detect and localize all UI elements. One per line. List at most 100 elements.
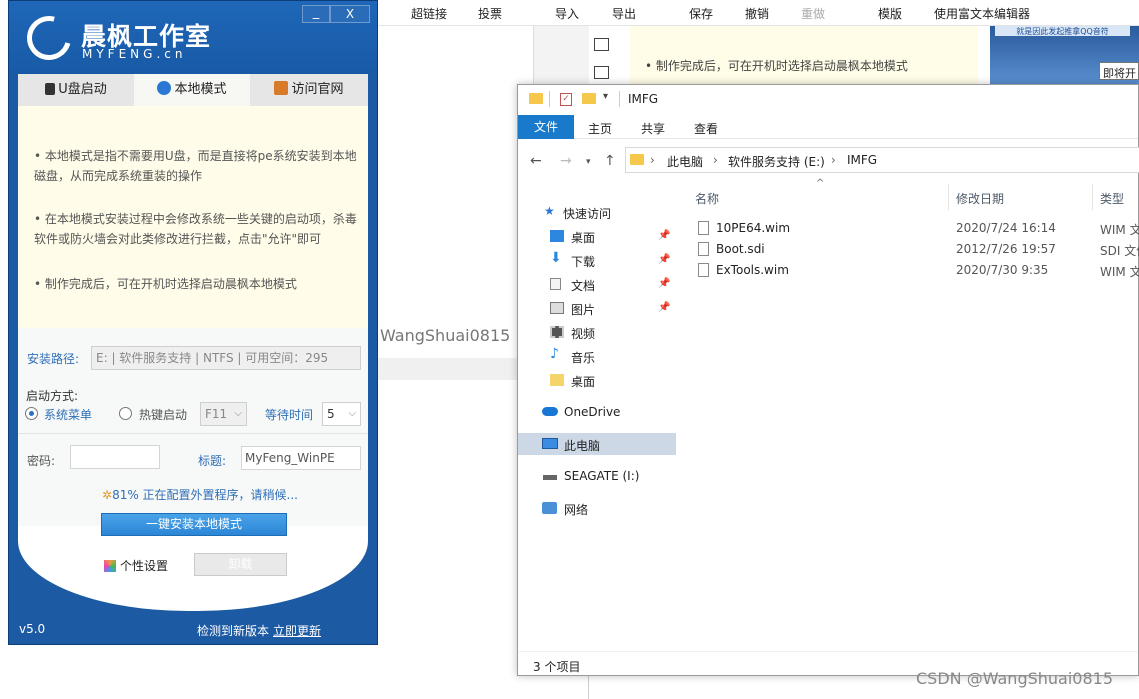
progress-text: 81% 正在配置外置程序，请稍候... [112, 488, 298, 502]
column-header-date[interactable]: 修改日期 [956, 190, 1004, 207]
new-folder-icon[interactable] [582, 93, 596, 104]
breadcrumb-folder[interactable]: IMFG [847, 153, 877, 167]
nav-videos[interactable]: 视频 [518, 321, 676, 343]
back-arrow-icon[interactable]: ← [530, 153, 542, 169]
toolbar-undo[interactable]: 撤销 [745, 5, 769, 22]
up-arrow-icon[interactable]: ↑ [604, 153, 616, 169]
picture-icon [550, 302, 564, 314]
chevron-down-icon: ⌵ [348, 408, 356, 419]
nav-documents[interactable]: 文档 📌 [518, 273, 676, 295]
music-icon: ♪ [550, 346, 559, 362]
file-row[interactable]: ExTools.wim 2020/7/30 9:35 WIM 文 [698, 260, 1139, 281]
caption-value: MyFeng_WinPE [245, 451, 335, 465]
breadcrumb-drive[interactable]: 软件服务支持 (E:) [728, 153, 825, 170]
myfeng-header: 晨枫工作室 MYFENG.cn _ X [9, 1, 377, 74]
explorer-window: ✓ ▾ IMFG 文件 主页 共享 查看 ← → ▾ ↑ › 此电脑 › 软件服… [517, 84, 1139, 676]
close-button[interactable]: X [330, 5, 370, 23]
install-path-select[interactable]: E: | 软件服务支持 | NTFS | 可用空间：295 [91, 346, 361, 370]
nav-label: 桌面 [571, 231, 596, 245]
toolbar-import[interactable]: 导入 [555, 5, 579, 22]
toolbar-save[interactable]: 保存 [689, 5, 713, 22]
csdn-watermark: CSDN @WangShuai0815 [916, 669, 1114, 688]
explorer-titlebar: ✓ ▾ IMFG [518, 85, 1138, 115]
minimize-button[interactable]: _ [302, 5, 330, 23]
folder-icon [630, 154, 644, 165]
ribbon-tab-view[interactable]: 查看 [694, 120, 718, 137]
file-icon [698, 221, 709, 235]
navigation-pane: ★ 快速访问 桌面 📌 ⬇ 下载 📌 文档 📌 图片 📌 视频 ♪ 音乐 桌面 OneDriv… [518, 180, 676, 650]
nav-this-pc[interactable]: 此电脑 [518, 433, 676, 455]
password-label: 密码: [27, 454, 56, 468]
file-row[interactable]: 10PE64.wim 2020/7/24 16:14 WIM 文 [698, 218, 1139, 239]
tab-local-mode[interactable]: 本地模式 [134, 74, 250, 106]
nav-label: 此电脑 [564, 439, 601, 453]
ribbon-tab-share[interactable]: 共享 [641, 120, 665, 137]
toolbar-template[interactable]: 模版 [878, 5, 902, 22]
divider [18, 433, 368, 434]
wait-time-select[interactable]: 5 ⌵ [322, 402, 361, 426]
file-row[interactable]: Boot.sdi 2012/7/26 19:57 SDI 文件 [698, 239, 1139, 260]
ribbon-tab-file[interactable]: 文件 [518, 115, 574, 139]
info-paragraph: • 本地模式是指不需要用U盘，而是直接将pe系统安装到本地磁盘，从而完成系统重装… [34, 149, 357, 183]
nav-label: 图片 [571, 303, 596, 317]
file-date: 2020/7/24 16:14 [956, 221, 1056, 235]
editor-gray-band [378, 358, 518, 380]
caption-label: 标题: [198, 454, 227, 468]
hotkey-value: F11 [205, 407, 228, 421]
nav-onedrive[interactable]: OneDrive [518, 401, 676, 423]
nav-network[interactable]: 网络 [518, 497, 676, 519]
radio-hotkey[interactable] [119, 407, 132, 420]
tab-visit-site[interactable]: 访问官网 [250, 74, 368, 106]
personal-settings[interactable]: 个性设置 [104, 557, 168, 574]
nav-label: 网络 [564, 503, 589, 517]
chevron-down-icon: ⌵ [234, 408, 242, 419]
explorer-title: IMFG [628, 92, 659, 106]
column-separator[interactable] [1092, 184, 1093, 210]
breadcrumb-this-pc[interactable]: 此电脑 [667, 153, 703, 170]
update-notice: 检测到新版本 立即更新 [197, 622, 321, 639]
nav-seagate[interactable]: SEAGATE (I:) [518, 465, 676, 487]
tab-usb-boot[interactable]: U盘启动 [18, 74, 134, 106]
nav-music[interactable]: ♪ 音乐 [518, 345, 676, 367]
install-local-mode-button[interactable]: 一键安装本地模式 [101, 513, 287, 536]
file-type: SDI 文件 [1100, 244, 1139, 258]
forward-arrow-icon[interactable]: → [560, 153, 572, 169]
pin-icon: 📌 [658, 278, 671, 289]
cloud-icon [542, 407, 558, 416]
folder-icon [529, 93, 543, 104]
sort-up-icon: ^ [816, 178, 825, 189]
file-name: ExTools.wim [716, 263, 789, 277]
toolbar-vote[interactable]: 投票 [478, 5, 502, 22]
toolbar-export[interactable]: 导出 [612, 5, 636, 22]
wait-time-label: 等待时间 [265, 408, 314, 422]
hotkey-select[interactable]: F11 ⌵ [200, 402, 247, 426]
computer-icon [542, 438, 558, 449]
radio-system-menu-label[interactable]: 系统菜单 [44, 406, 92, 423]
column-header-name[interactable]: 名称 [695, 190, 719, 207]
recent-dropdown-icon[interactable]: ▾ [586, 157, 591, 167]
ribbon-tab-home[interactable]: 主页 [588, 120, 612, 137]
nav-desktop-folder[interactable]: 桌面 [518, 369, 676, 391]
properties-icon[interactable]: ✓ [560, 93, 572, 106]
quick-access-dropdown-icon[interactable]: ▾ [603, 91, 608, 102]
radio-system-menu[interactable] [25, 407, 38, 420]
password-input[interactable] [70, 445, 160, 469]
address-bar[interactable]: › 此电脑 › 软件服务支持 (E:) › IMFG [625, 147, 1139, 173]
column-header-type[interactable]: 类型 [1100, 190, 1124, 207]
toolbar-richtext[interactable]: 使用富文本编辑器 [934, 5, 1030, 22]
nav-pictures[interactable]: 图片 📌 [518, 297, 676, 319]
nav-label: 快速访问 [563, 207, 612, 221]
nav-desktop[interactable]: 桌面 📌 [518, 225, 676, 247]
caption-input[interactable]: MyFeng_WinPE [241, 446, 361, 470]
radio-hotkey-label[interactable]: 热键启动 [139, 406, 187, 423]
file-list: ^ 名称 修改日期 类型 10PE64.wim 2020/7/24 16:14 WI… [678, 178, 1139, 650]
nav-downloads[interactable]: ⬇ 下载 📌 [518, 249, 676, 271]
nav-quick-access[interactable]: ★ 快速访问 [518, 201, 676, 223]
column-separator[interactable] [948, 184, 949, 210]
uninstall-button[interactable]: 卸载 [194, 553, 287, 576]
layout-icon[interactable] [594, 38, 609, 51]
split-view-icon[interactable] [594, 66, 609, 79]
update-now-link[interactable]: 立即更新 [273, 624, 321, 638]
toolbar-redo[interactable]: 重做 [801, 5, 825, 22]
toolbar-hyperlink[interactable]: 超链接 [411, 5, 447, 22]
